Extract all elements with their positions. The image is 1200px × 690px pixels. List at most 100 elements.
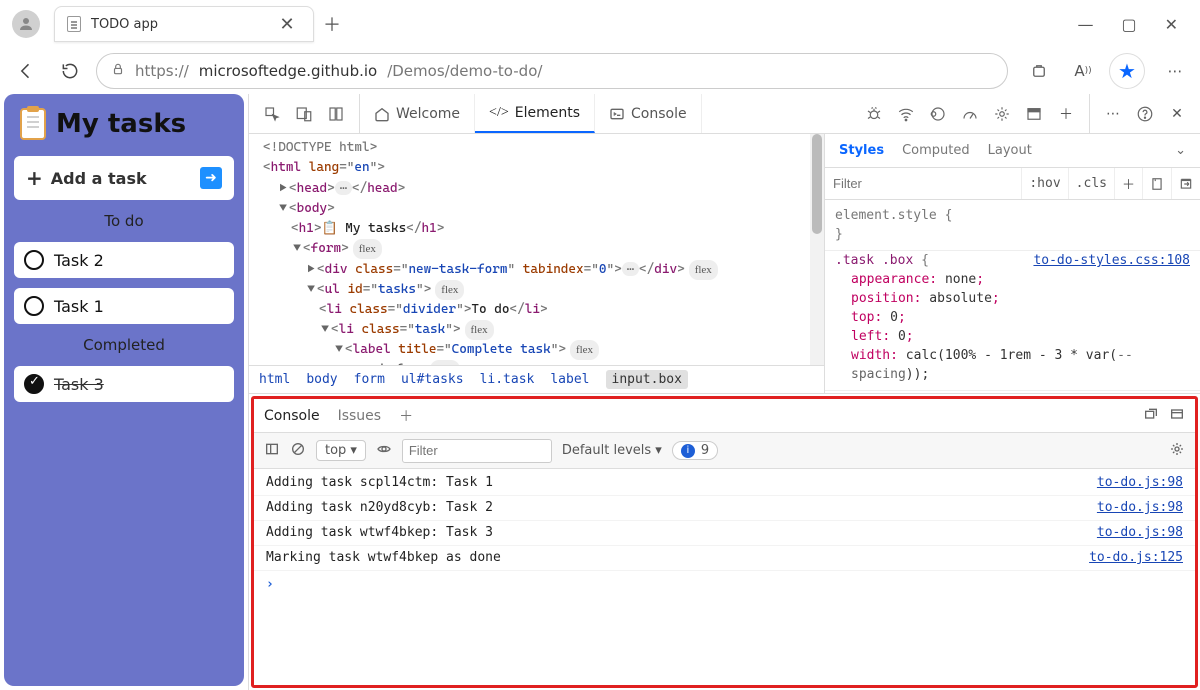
tab-title: TODO app bbox=[91, 17, 263, 32]
browser-tab-strip: TODO app ✕ ＋ — ▢ ✕ bbox=[0, 0, 1200, 48]
console-log-row: Marking task wtwf4bkep as doneto-do.js:1… bbox=[254, 546, 1195, 571]
toggle-sidebar-icon[interactable] bbox=[264, 441, 280, 461]
device-emulation-icon[interactable] bbox=[289, 99, 319, 129]
task-checkbox-done[interactable] bbox=[24, 374, 44, 394]
url-scheme: https:// bbox=[135, 62, 189, 80]
screencast-icon[interactable] bbox=[321, 99, 351, 129]
performance-icon[interactable] bbox=[955, 99, 985, 129]
profile-avatar[interactable] bbox=[12, 10, 40, 38]
bug-icon[interactable] bbox=[859, 99, 889, 129]
detach-icon[interactable] bbox=[1143, 406, 1159, 426]
tab-elements[interactable]: </>Elements bbox=[475, 94, 595, 133]
console-log-row: Adding task scpl14ctm: Task 1to-do.js:98 bbox=[254, 471, 1195, 496]
url-path: /Demos/demo-to-do/ bbox=[387, 62, 542, 80]
add-task-card[interactable]: + Add a task ➜ bbox=[14, 156, 234, 200]
tab-close-button[interactable]: ✕ bbox=[273, 10, 301, 38]
section-todo: To do bbox=[14, 210, 234, 232]
dock-styles-icon[interactable] bbox=[1171, 168, 1200, 199]
task-row[interactable]: Task 2 bbox=[14, 242, 234, 278]
settings-gear-icon[interactable] bbox=[987, 99, 1017, 129]
tab-console[interactable]: Console bbox=[595, 94, 702, 133]
new-tab-button[interactable]: ＋ bbox=[318, 10, 346, 38]
issues-pill[interactable]: i9 bbox=[672, 441, 718, 460]
styles-tab-styles[interactable]: Styles bbox=[839, 143, 884, 158]
address-bar[interactable]: https:// microsoftedge.github.io/Demos/de… bbox=[96, 53, 1008, 89]
plus-icon: + bbox=[26, 166, 43, 190]
dom-breadcrumbs[interactable]: html body form ul#tasks li.task label in… bbox=[249, 365, 824, 393]
app-header: My tasks bbox=[14, 104, 234, 146]
drawer-tab-console[interactable]: Console bbox=[264, 408, 320, 424]
console-filter-input[interactable] bbox=[402, 439, 552, 463]
source-link[interactable]: to-do.js:98 bbox=[1097, 521, 1183, 545]
network-conditions-icon[interactable] bbox=[891, 99, 921, 129]
task-row[interactable]: Task 1 bbox=[14, 288, 234, 324]
new-rule-icon[interactable]: ＋ bbox=[1114, 168, 1142, 199]
devtools: Welcome </>Elements Console ＋ ⋯ ✕ bbox=[248, 94, 1200, 690]
style-rule[interactable]: element.style { } bbox=[825, 206, 1200, 251]
task-label: Task 1 bbox=[54, 297, 104, 316]
cls-toggle[interactable]: .cls bbox=[1068, 168, 1114, 199]
url-host: microsoftedge.github.io bbox=[199, 62, 377, 80]
clear-console-icon[interactable] bbox=[290, 441, 306, 461]
task-label: Task 3 bbox=[54, 375, 104, 394]
log-levels-selector[interactable]: Default levels ▾ bbox=[562, 443, 662, 458]
clipboard-icon bbox=[20, 108, 46, 140]
window-controls: — ▢ ✕ bbox=[1077, 15, 1192, 34]
inspect-element-icon[interactable] bbox=[257, 99, 287, 129]
todo-app-panel: My tasks + Add a task ➜ To do Task 2 Task… bbox=[4, 94, 244, 686]
app-available-icon[interactable] bbox=[1022, 54, 1056, 88]
chevron-down-icon[interactable]: ⌄ bbox=[1175, 143, 1186, 158]
minimize-button[interactable]: — bbox=[1077, 15, 1093, 34]
dom-scrollbar[interactable] bbox=[810, 134, 824, 365]
more-icon[interactable]: ⋯ bbox=[1098, 99, 1128, 129]
app-title: My tasks bbox=[56, 109, 186, 139]
tab-welcome[interactable]: Welcome bbox=[360, 94, 475, 133]
animations-icon[interactable] bbox=[923, 99, 953, 129]
styles-sidebar: Styles Computed Layout ⌄ :hov .cls ＋ ele… bbox=[824, 134, 1200, 393]
computed-toggle-icon[interactable] bbox=[1142, 168, 1171, 199]
source-link[interactable]: to-do.js:98 bbox=[1097, 496, 1183, 520]
style-rule[interactable]: to-do-styles.css:108 .task .box { appear… bbox=[825, 251, 1200, 391]
console-settings-icon[interactable] bbox=[1169, 441, 1185, 461]
styles-tab-computed[interactable]: Computed bbox=[902, 143, 970, 158]
submit-arrow-icon[interactable]: ➜ bbox=[200, 167, 222, 189]
console-prompt[interactable]: › bbox=[254, 571, 1195, 599]
source-link[interactable]: to-do.js:125 bbox=[1089, 546, 1183, 570]
add-task-label: Add a task bbox=[51, 169, 147, 188]
close-window-button[interactable]: ✕ bbox=[1165, 15, 1178, 34]
task-checkbox[interactable] bbox=[24, 296, 44, 316]
styles-filter-input[interactable] bbox=[825, 172, 1021, 196]
expand-icon[interactable] bbox=[1169, 406, 1185, 426]
address-bar-row: https:// microsoftedge.github.io/Demos/de… bbox=[0, 48, 1200, 94]
hov-toggle[interactable]: :hov bbox=[1021, 168, 1067, 199]
console-log-row: Adding task wtwf4bkep: Task 3to-do.js:98 bbox=[254, 521, 1195, 546]
read-aloud-icon[interactable]: A)) bbox=[1066, 54, 1100, 88]
drawer-add-tab[interactable]: ＋ bbox=[399, 406, 413, 426]
task-row[interactable]: Task 3 bbox=[14, 366, 234, 402]
refresh-button[interactable] bbox=[52, 53, 88, 89]
drawer-tab-issues[interactable]: Issues bbox=[338, 408, 382, 424]
close-devtools-button[interactable]: ✕ bbox=[1162, 99, 1192, 129]
back-button[interactable] bbox=[8, 53, 44, 89]
styles-tab-layout[interactable]: Layout bbox=[988, 143, 1032, 158]
more-tabs-button[interactable]: ＋ bbox=[1051, 99, 1081, 129]
devtools-toolbar: Welcome </>Elements Console ＋ ⋯ ✕ bbox=[249, 94, 1200, 134]
source-link[interactable]: to-do.js:98 bbox=[1097, 471, 1183, 495]
source-link[interactable]: to-do-styles.css:108 bbox=[1033, 251, 1190, 270]
context-selector[interactable]: top ▾ bbox=[316, 440, 366, 461]
browser-tab[interactable]: TODO app ✕ bbox=[54, 6, 314, 42]
elements-dom-tree[interactable]: <!DOCTYPE html> <html lang="en"> ▶<head>… bbox=[249, 134, 824, 393]
console-log-area[interactable]: Adding task scpl14ctm: Task 1to-do.js:98… bbox=[254, 469, 1195, 685]
task-checkbox[interactable] bbox=[24, 250, 44, 270]
browser-menu-button[interactable]: ⋯ bbox=[1158, 54, 1192, 88]
favicon-icon bbox=[67, 16, 81, 32]
lock-icon bbox=[111, 62, 125, 80]
favorite-star-icon[interactable]: ★ bbox=[1110, 54, 1144, 88]
dock-side-icon[interactable] bbox=[1019, 99, 1049, 129]
section-completed: Completed bbox=[14, 334, 234, 356]
console-drawer: Console Issues ＋ top ▾ Default levels ▾ … bbox=[251, 396, 1198, 688]
task-label: Task 2 bbox=[54, 251, 104, 270]
live-expression-icon[interactable] bbox=[376, 441, 392, 461]
help-icon[interactable] bbox=[1130, 99, 1160, 129]
maximize-button[interactable]: ▢ bbox=[1121, 15, 1136, 34]
